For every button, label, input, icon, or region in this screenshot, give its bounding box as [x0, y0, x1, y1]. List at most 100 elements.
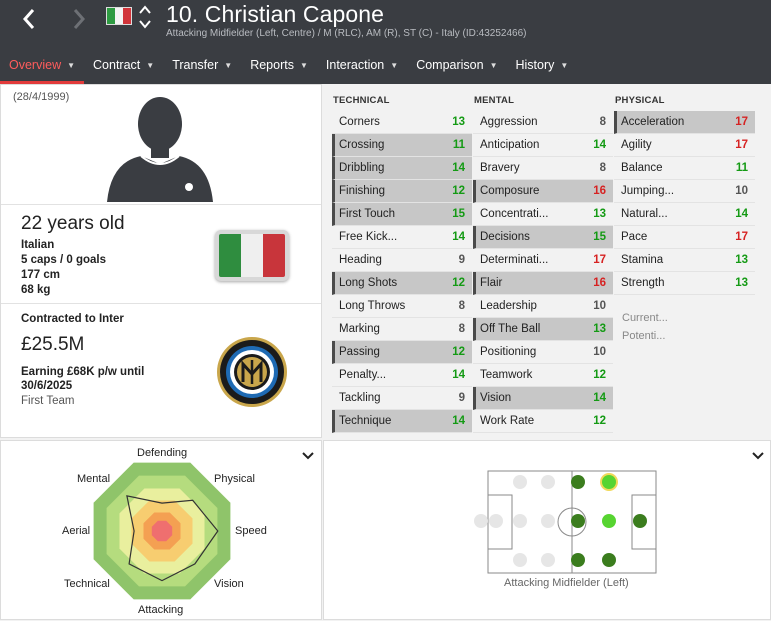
attribute-row[interactable]: Decisions 15	[473, 226, 613, 249]
player-stepper[interactable]	[138, 4, 152, 30]
nav-bar: Overview ▼ Contract ▼ Transfer ▼ Reports ▼ I…	[0, 46, 577, 84]
mental-heading: MENTAL	[474, 95, 515, 106]
contract-club[interactable]: Contracted to Inter	[21, 313, 124, 325]
attribute-value: 16	[593, 277, 606, 289]
attribute-row[interactable]: Heading 9	[332, 249, 472, 272]
attribute-row[interactable]: Work Rate 12	[473, 410, 613, 433]
attribute-row[interactable]: Long Shots 12	[332, 272, 472, 295]
position-dot	[541, 475, 555, 489]
tab-overview[interactable]: Overview ▼	[0, 46, 85, 84]
attribute-label: Penalty...	[339, 369, 387, 381]
position-dot	[474, 514, 488, 528]
attribute-row[interactable]: Aggression 8	[473, 111, 613, 134]
player-subtitle: Attacking Midfielder (Left, Centre) / M …	[166, 28, 527, 39]
attribute-value: 13	[452, 116, 465, 128]
attribute-row[interactable]: Crossing 11	[332, 134, 472, 157]
attribute-value: 14	[593, 139, 606, 151]
attribute-row[interactable]: Concentrati... 13	[473, 203, 613, 226]
attribute-row[interactable]: Long Throws 8	[332, 295, 472, 318]
attribute-label: Technique	[339, 415, 392, 427]
attribute-row[interactable]: Technique 14	[332, 410, 472, 433]
attribute-label: Off The Ball	[480, 323, 541, 335]
position-dot	[513, 514, 527, 528]
tab-label: History	[515, 58, 555, 72]
radar-label-speed: Speed	[235, 525, 267, 537]
attribute-label: Strength	[621, 277, 665, 289]
attribute-row[interactable]: Positioning 10	[473, 341, 613, 364]
attribute-row[interactable]: Pace 17	[614, 226, 755, 249]
attribute-label: Acceleration	[621, 116, 685, 128]
attribute-row[interactable]: Free Kick... 14	[332, 226, 472, 249]
chevron-left-icon	[22, 9, 35, 29]
tab-contract[interactable]: Contract ▼	[84, 46, 163, 84]
radar-label-vision: Vision	[214, 578, 244, 590]
attribute-row[interactable]: Jumping... 10	[614, 180, 755, 203]
attribute-label: Teamwork	[480, 369, 533, 381]
attribute-row[interactable]: Strength 13	[614, 272, 755, 295]
tab-history[interactable]: History ▼	[507, 46, 578, 84]
chevron-down-icon: ▼	[299, 60, 308, 70]
attribute-row[interactable]: Dribbling 14	[332, 157, 472, 180]
tab-label: Reports	[250, 58, 294, 72]
chevron-down-icon: ▼	[390, 60, 399, 70]
attribute-row[interactable]: Stamina 13	[614, 249, 755, 272]
attribute-row[interactable]: Marking 8	[332, 318, 472, 341]
attribute-row[interactable]: Acceleration 17	[614, 111, 755, 134]
attribute-label: First Touch	[339, 208, 396, 220]
attribute-label: Natural...	[621, 208, 668, 220]
attribute-value: 10	[593, 300, 606, 312]
attribute-row[interactable]: Agility 17	[614, 134, 755, 157]
attribute-row[interactable]: Vision 14	[473, 387, 613, 410]
nation-flag-button[interactable]	[215, 230, 289, 281]
tab-interaction[interactable]: Interaction ▼	[317, 46, 407, 84]
tab-comparison[interactable]: Comparison ▼	[407, 46, 506, 84]
forward-button[interactable]	[64, 2, 94, 36]
position-dot	[602, 553, 616, 567]
attribute-value: 12	[593, 369, 606, 381]
italy-flag-icon	[219, 234, 285, 277]
position-dots	[474, 473, 647, 567]
attribute-row[interactable]: Tackling 9	[332, 387, 472, 410]
attribute-row[interactable]: Off The Ball 13	[473, 318, 613, 341]
attribute-row[interactable]: Composure 16	[473, 180, 613, 203]
attribute-row[interactable]: Natural... 14	[614, 203, 755, 226]
attribute-row[interactable]: Leadership 10	[473, 295, 613, 318]
player-header: 10. Christian Capone Attacking Midfielde…	[0, 0, 771, 84]
attribute-row[interactable]: Flair 16	[473, 272, 613, 295]
attribute-value: 17	[735, 139, 748, 151]
attribute-row[interactable]: Balance 11	[614, 157, 755, 180]
attribute-row[interactable]: Penalty... 14	[332, 364, 472, 387]
attribute-value: 13	[593, 208, 606, 220]
international-caps[interactable]: 5 caps / 0 goals	[21, 254, 106, 266]
radar-label-mental: Mental	[77, 473, 111, 485]
attribute-label: Free Kick...	[339, 231, 398, 243]
tab-label: Interaction	[325, 58, 385, 72]
attribute-value: 12	[452, 346, 465, 358]
attribute-label: Dribbling	[339, 162, 385, 174]
divider	[1, 303, 321, 304]
position-dot	[633, 514, 647, 528]
attribute-value: 8	[599, 162, 606, 174]
pitch-diagram	[474, 470, 657, 574]
attribute-row[interactable]: Finishing 12	[332, 180, 472, 203]
attribute-row[interactable]: Corners 13	[332, 111, 472, 134]
attribute-radar-panel: Defending Physical Speed Vision Attackin…	[0, 440, 322, 620]
physical-heading: PHYSICAL	[615, 95, 665, 106]
attribute-row[interactable]: Determinati... 17	[473, 249, 613, 272]
attribute-row[interactable]: Teamwork 12	[473, 364, 613, 387]
attribute-row[interactable]: Anticipation 14	[473, 134, 613, 157]
attribute-label: Pace	[621, 231, 648, 243]
attribute-row[interactable]: Bravery 8	[473, 157, 613, 180]
inter-badge-icon[interactable]	[216, 336, 288, 408]
attribute-value: 10	[593, 346, 606, 358]
attribute-label: Aggression	[480, 116, 538, 128]
attribute-label: Tackling	[339, 392, 381, 404]
tab-reports[interactable]: Reports ▼	[241, 46, 317, 84]
attribute-value: 8	[458, 300, 465, 312]
attribute-label: Crossing	[339, 139, 385, 151]
back-button[interactable]	[14, 2, 44, 36]
tab-transfer[interactable]: Transfer ▼	[163, 46, 241, 84]
attribute-value: 12	[593, 415, 606, 427]
attribute-row[interactable]: First Touch 15	[332, 203, 472, 226]
attribute-row[interactable]: Passing 12	[332, 341, 472, 364]
